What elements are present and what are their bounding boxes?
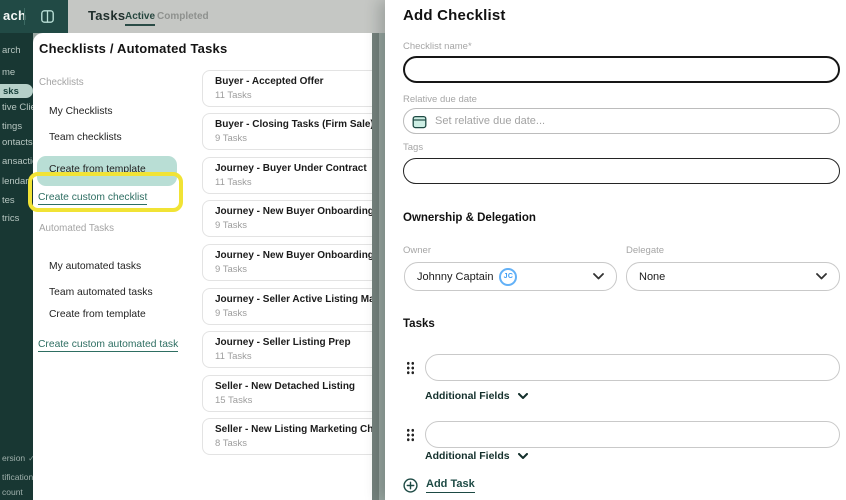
tags-label: Tags: [403, 142, 423, 153]
chevron-down-icon: [816, 273, 827, 280]
avatar: JC: [499, 268, 517, 286]
checklist-card[interactable]: Seller - New Detached Listing15 Tasks: [202, 375, 379, 412]
tasks-heading: Tasks: [403, 318, 435, 330]
nav-create-custom-checklist[interactable]: Create custom checklist: [38, 192, 147, 205]
sidebar-item-home[interactable]: me: [2, 67, 15, 78]
chevron-down-icon: [518, 453, 528, 459]
drag-handle-icon[interactable]: [406, 428, 415, 442]
owner-select[interactable]: Johnny Captain JC: [404, 262, 617, 291]
sidebar-item-active-clients[interactable]: tive Clie: [2, 102, 33, 113]
sidebar-item-calendar[interactable]: lendar: [2, 176, 28, 187]
relative-due-date-input[interactable]: [435, 115, 831, 127]
owner-value: Johnny Captain: [417, 271, 493, 283]
nav-my-checklists[interactable]: My Checklists: [49, 106, 113, 117]
sidebar-item-version[interactable]: ersion✓: [2, 453, 33, 463]
nav-create-from-template-automated[interactable]: Create from template: [49, 309, 146, 320]
checklist-name-label: Checklist name*: [403, 41, 472, 52]
relative-due-date-label: Relative due date: [403, 94, 477, 105]
additional-fields-toggle-2[interactable]: Additional Fields: [425, 450, 528, 462]
sidebar-item-account[interactable]: count: [2, 487, 23, 497]
delegate-value: None: [639, 271, 665, 283]
nav-create-from-template-label: Create from template: [49, 164, 146, 175]
checklist-card[interactable]: Journey - New Buyer Onboarding (Copy)9 T…: [202, 244, 379, 281]
sidebar-item-notes[interactable]: tes: [2, 195, 15, 206]
plus-circle-icon: [403, 478, 418, 493]
owner-label: Owner: [403, 245, 431, 256]
checklist-card[interactable]: Buyer - Accepted Offer11 Tasks: [202, 70, 379, 107]
chevron-down-icon: [518, 393, 528, 399]
sidebar-item-listings[interactable]: tings: [2, 121, 22, 132]
additional-fields-toggle-1[interactable]: Additional Fields: [425, 390, 528, 402]
calendar-icon: [412, 114, 427, 129]
drawer-title: Add Checklist: [403, 7, 506, 24]
sidebar: arch me sks tive Clie tings ontacts ansa…: [0, 33, 33, 500]
scrollbar-thumb[interactable]: [372, 33, 379, 500]
tab-active[interactable]: Active: [125, 11, 155, 26]
nav-create-custom-automated-task[interactable]: Create custom automated task: [38, 339, 178, 352]
checklist-card[interactable]: Seller - New Listing Marketing Checklist…: [202, 418, 379, 455]
add-task-label: Add Task: [426, 478, 475, 493]
ownership-heading: Ownership & Delegation: [403, 212, 536, 224]
checklist-card[interactable]: Journey - Buyer Under Contract11 Tasks: [202, 157, 379, 194]
checklist-card[interactable]: Buyer - Closing Tasks (Firm Sale)9 Tasks: [202, 113, 379, 150]
checklists-modal: Checklists / Automated Tasks Checklists …: [33, 33, 379, 500]
nav-my-automated-tasks[interactable]: My automated tasks: [49, 261, 141, 272]
delegate-select[interactable]: None: [626, 262, 840, 291]
tags-input[interactable]: [403, 158, 840, 184]
header-divider: [24, 8, 25, 25]
nav-create-from-template[interactable]: Create from template: [37, 156, 177, 186]
sidebar-item-transactions[interactable]: ansactio: [2, 156, 33, 167]
checklist-card[interactable]: Journey - New Buyer Onboarding9 Tasks: [202, 200, 379, 237]
add-checklist-drawer: Add Checklist Checklist name* Relative d…: [385, 0, 846, 500]
sidebar-item-search[interactable]: arch: [2, 45, 20, 56]
checklist-card[interactable]: Journey - Seller Listing Prep11 Tasks: [202, 331, 379, 368]
task-input-1[interactable]: [425, 354, 840, 381]
page-title: Tasks: [88, 8, 125, 23]
task-input-2[interactable]: [425, 421, 840, 448]
drag-handle-icon[interactable]: [406, 361, 415, 375]
checklist-name-input[interactable]: [403, 56, 840, 83]
add-task-button[interactable]: Add Task: [403, 478, 475, 493]
nav-team-checklists[interactable]: Team checklists: [49, 132, 122, 143]
relative-due-date-field[interactable]: [403, 108, 840, 134]
brand-logo: ach: [3, 8, 26, 23]
sidebar-item-notifications[interactable]: tification: [2, 472, 33, 482]
nav-team-automated-tasks[interactable]: Team automated tasks: [49, 287, 153, 298]
delegate-label: Delegate: [626, 245, 664, 256]
sidebar-item-tasks-label: sks: [3, 86, 19, 97]
sidebar-item-contacts[interactable]: ontacts: [2, 137, 33, 148]
sidebar-item-metrics[interactable]: trics: [2, 213, 19, 224]
section-label-checklists: Checklists: [39, 77, 84, 88]
checklist-card[interactable]: Journey - Seller Active Listing Manageme…: [202, 288, 379, 325]
modal-title: Checklists / Automated Tasks: [39, 41, 227, 56]
sidebar-item-tasks[interactable]: sks: [0, 84, 33, 98]
sidebar-header: ach: [0, 0, 68, 33]
section-label-automated-tasks: Automated Tasks: [39, 223, 114, 234]
tab-completed[interactable]: Completed: [157, 11, 209, 22]
chevron-down-icon: [593, 273, 604, 280]
sidebar-toggle-icon[interactable]: [41, 10, 54, 23]
